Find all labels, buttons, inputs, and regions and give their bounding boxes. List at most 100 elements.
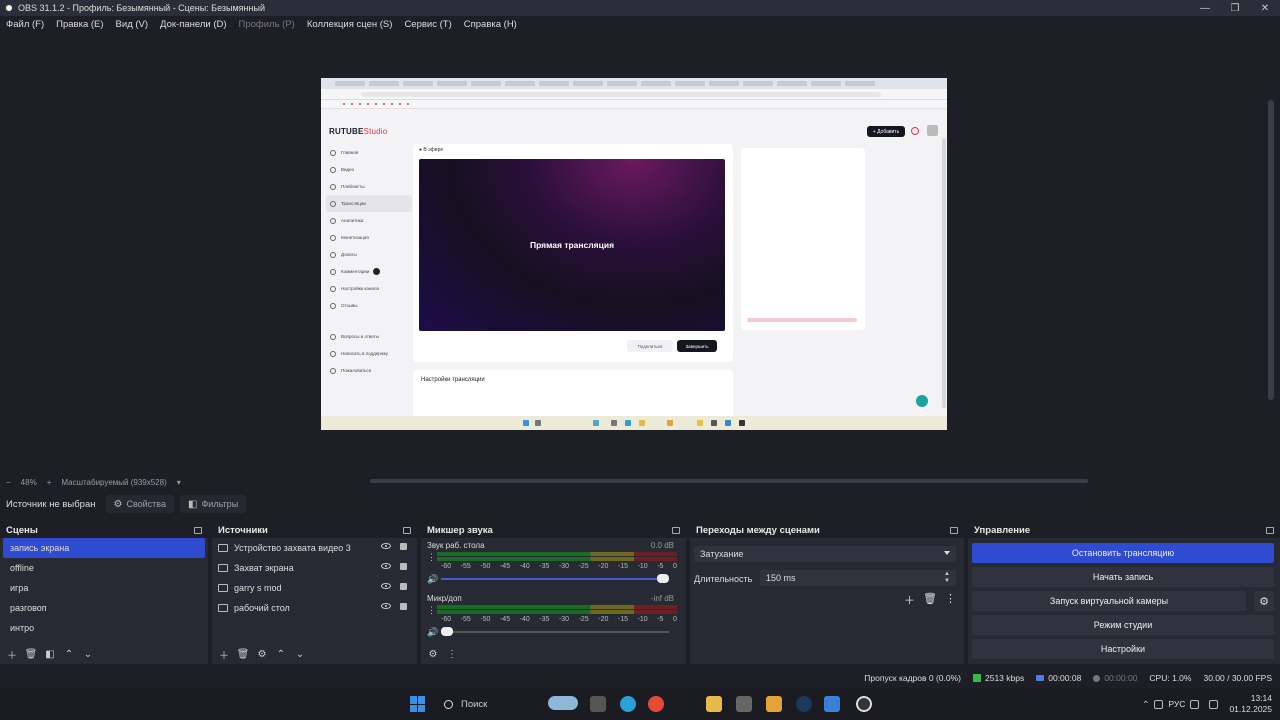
move-up-button[interactable]: ⌃: [61, 646, 77, 662]
zoom-in-button[interactable]: +: [47, 478, 52, 487]
undock-icon[interactable]: [950, 526, 958, 534]
maximize-button[interactable]: ❐: [1220, 0, 1250, 16]
meter-tick-label: -15: [617, 563, 629, 570]
lock-icon[interactable]: [400, 543, 407, 550]
kebab-menu-icon[interactable]: ⋮: [945, 592, 956, 608]
file-explorer-icon[interactable]: [706, 696, 722, 712]
lock-icon[interactable]: [400, 563, 407, 570]
visibility-eye-icon[interactable]: [381, 543, 391, 549]
zoom-out-button[interactable]: −: [6, 478, 11, 487]
remove-transition-button[interactable]: 🗑: [923, 592, 937, 608]
undock-icon[interactable]: [672, 526, 680, 534]
volume-slider[interactable]: [441, 574, 669, 583]
menu-help[interactable]: Справка (H): [462, 18, 519, 31]
menu-view[interactable]: Вид (V): [114, 18, 151, 31]
input-language[interactable]: РУС: [1168, 699, 1185, 709]
source-item[interactable]: Захват экрана: [212, 558, 417, 578]
visibility-eye-icon[interactable]: [381, 603, 391, 609]
tray-app-icon[interactable]: [1154, 699, 1164, 709]
lock-icon[interactable]: [400, 603, 407, 610]
app-icon[interactable]: [824, 696, 840, 712]
remove-source-button[interactable]: 🗑: [235, 646, 251, 662]
move-up-button[interactable]: ⌃: [273, 646, 289, 662]
start-virtual-camera-button[interactable]: Запуск виртуальной камеры: [972, 591, 1246, 611]
telegram-icon[interactable]: [620, 696, 636, 712]
volume-icon[interactable]: [1209, 699, 1219, 709]
menu-edit[interactable]: Правка (E): [54, 18, 105, 31]
volume-slider-thumb[interactable]: [441, 627, 453, 636]
meter-tick-label: -5: [657, 563, 664, 570]
menu-file[interactable]: Файл (F): [4, 18, 46, 31]
finish-stream-button: Завершить: [677, 340, 717, 352]
obs-taskbar-icon[interactable]: [856, 696, 872, 712]
move-down-button[interactable]: ⌄: [292, 646, 308, 662]
undock-icon[interactable]: [194, 526, 202, 534]
studio-mode-button[interactable]: Режим студии: [972, 615, 1274, 635]
task-view-icon[interactable]: [590, 696, 606, 712]
speaker-icon[interactable]: 🔊: [427, 627, 438, 638]
source-item[interactable]: Устройство захвата видео 3: [212, 538, 417, 558]
scale-mode-dropdown[interactable]: Масштабируемый (939x528): [61, 478, 166, 487]
kebab-menu-icon[interactable]: ⋮: [427, 605, 436, 616]
menu-docks[interactable]: Док-панели (D): [158, 18, 228, 31]
transition-select[interactable]: Затухание: [694, 546, 956, 562]
scene-filters-button[interactable]: ◧: [42, 646, 58, 662]
kebab-menu-icon[interactable]: ⋮: [444, 646, 460, 662]
windows-taskbar: Поиск ⌃ РУС 13:14 01.12.2025: [0, 688, 1280, 720]
scene-item[interactable]: игра: [3, 578, 205, 598]
add-scene-button[interactable]: ＋: [4, 646, 20, 662]
app-icon[interactable]: [736, 696, 752, 712]
menu-tools[interactable]: Сервис (T): [402, 18, 453, 31]
visibility-eye-icon[interactable]: [381, 563, 391, 569]
undock-icon[interactable]: [403, 526, 411, 534]
scene-item[interactable]: запись экрана: [3, 538, 205, 558]
source-properties-button[interactable]: ⚙: [254, 646, 270, 662]
chevron-down-icon[interactable]: ▾: [177, 478, 181, 487]
duration-input[interactable]: 150 ms ▲ ▼: [760, 570, 956, 586]
lock-icon[interactable]: [400, 583, 407, 590]
start-recording-button[interactable]: Начать запись: [972, 567, 1274, 587]
source-item[interactable]: garry s mod: [212, 578, 417, 598]
chrome-icon[interactable]: [648, 696, 664, 712]
program-preview[interactable]: RUTUBEStudio + Добавить Главная Видео Пл…: [321, 78, 947, 430]
weather-widget-icon[interactable]: [548, 696, 578, 710]
add-source-button[interactable]: ＋: [216, 646, 232, 662]
wifi-icon[interactable]: [1190, 699, 1200, 709]
chevron-up-icon[interactable]: ⌃: [1142, 699, 1149, 710]
volume-slider-thumb[interactable]: [657, 574, 669, 583]
taskbar-clock[interactable]: 13:14 01.12.2025: [1229, 693, 1272, 715]
scene-item[interactable]: offline: [3, 558, 205, 578]
stop-streaming-button[interactable]: Остановить трансляцию: [972, 543, 1274, 563]
steam-icon[interactable]: [796, 696, 812, 712]
remove-scene-button[interactable]: 🗑: [23, 646, 39, 662]
taskbar-search[interactable]: Поиск: [438, 694, 588, 714]
kebab-menu-icon[interactable]: ⋮: [427, 552, 436, 563]
scene-item[interactable]: разговоп: [3, 598, 205, 618]
settings-button[interactable]: Настройки: [972, 639, 1274, 659]
windows-start-icon[interactable]: [410, 696, 426, 712]
app-icon[interactable]: [766, 696, 782, 712]
source-item[interactable]: рабочий стол: [212, 598, 417, 618]
advanced-audio-icon[interactable]: ⚙: [425, 646, 441, 662]
preview-horizontal-scrollbar[interactable]: [370, 479, 1088, 483]
rutube-header: RUTUBEStudio + Добавить: [321, 122, 947, 142]
obs-status-bar: Пропуск кадров 0 (0.0%) 2513 kbps 00:00:…: [0, 670, 1280, 686]
add-transition-button[interactable]: ＋: [904, 592, 915, 608]
properties-button[interactable]: ⚙ Свойства: [105, 495, 174, 513]
preview-vertical-scrollbar[interactable]: [1268, 100, 1274, 400]
visibility-eye-icon[interactable]: [381, 583, 391, 589]
volume-slider[interactable]: [441, 627, 669, 636]
volume-meter: [437, 552, 677, 561]
gear-icon[interactable]: ⚙: [1254, 591, 1274, 611]
undock-icon[interactable]: [1266, 526, 1274, 534]
move-down-button[interactable]: ⌄: [80, 646, 96, 662]
spinbox-arrows-icon[interactable]: ▲ ▼: [944, 571, 950, 585]
no-source-label: Источник не выбран: [6, 498, 96, 510]
speaker-icon[interactable]: 🔊: [427, 574, 438, 585]
close-button[interactable]: ✕: [1250, 0, 1280, 16]
scene-item[interactable]: интро: [3, 618, 205, 638]
minimize-button[interactable]: —: [1190, 0, 1220, 16]
filters-button[interactable]: ◧ Фильтры: [180, 495, 247, 513]
menu-scene-collection[interactable]: Коллекция сцен (S): [305, 18, 395, 31]
meter-tick-label: -50: [480, 616, 491, 623]
